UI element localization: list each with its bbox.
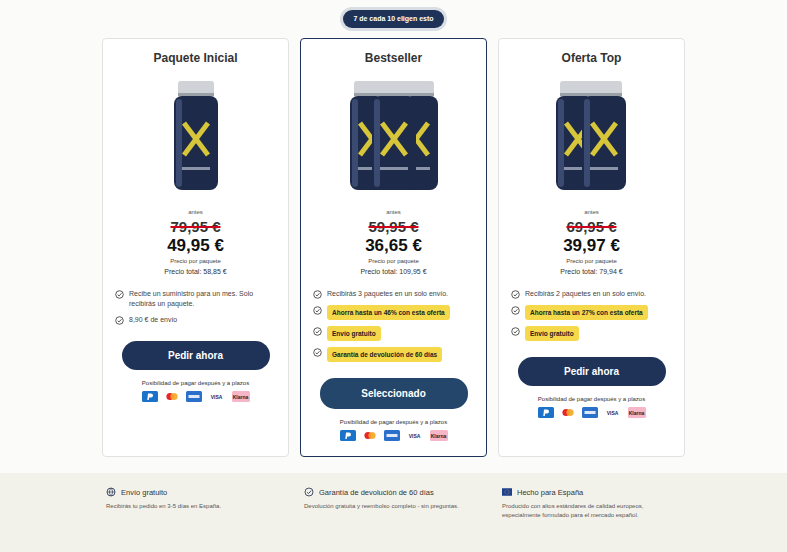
product-bottles-icon xyxy=(334,75,454,195)
benefit-title: Hecho para España xyxy=(517,488,583,497)
klarna-icon: Klarna xyxy=(628,407,646,418)
amex-icon xyxy=(582,407,598,418)
check-circle-icon xyxy=(313,290,322,299)
order-button[interactable]: Seleccionado xyxy=(320,378,468,409)
benefit-text: Producido con altos estándares de calida… xyxy=(502,502,681,520)
feature-list: Recibirás 3 paquetes en un solo envío. Ah… xyxy=(311,289,476,362)
price: 49,95 € xyxy=(167,236,224,256)
visa-icon: VISA xyxy=(604,407,622,418)
price-note: Precio por paquete xyxy=(566,258,617,264)
old-price: 59,95 € xyxy=(368,218,418,236)
order-button[interactable]: Pedir ahora xyxy=(122,341,270,370)
check-circle-icon xyxy=(313,348,322,357)
old-price: 79,95 € xyxy=(170,218,220,236)
before-label: antes xyxy=(386,209,401,215)
feature-text: Ahorra hasta un 27% con esta oferta xyxy=(525,305,648,320)
card-title: Bestseller xyxy=(365,51,422,65)
paypal-icon xyxy=(340,430,356,441)
pay-later-note: Posibilidad de pagar después y a plazos xyxy=(142,380,249,386)
feature-item: Ahorra hasta un 27% con esta oferta xyxy=(511,305,672,320)
offer-cards: Paquete Inicial antes 79,95 €49,95 € Precio… xyxy=(0,38,787,457)
benefits-strip: Envío gratuito Recibirás tu pedido en 3-5… xyxy=(0,473,787,552)
total-price: Precio total: 109,95 € xyxy=(360,268,426,275)
before-label: antes xyxy=(188,209,203,215)
check-circle-icon xyxy=(511,290,520,299)
feature-text: Garantía de devolución de 60 días xyxy=(327,347,442,362)
payment-methods: VISA Klarna xyxy=(142,391,250,402)
klarna-icon: Klarna xyxy=(232,391,250,402)
payment-methods: VISA Klarna xyxy=(538,407,646,418)
feature-item: Envío gratuito xyxy=(313,326,474,341)
product-bottles-icon xyxy=(136,75,256,195)
check-circle-icon xyxy=(511,306,520,315)
payment-methods: VISA Klarna xyxy=(340,430,448,441)
price: 39,97 € xyxy=(563,236,620,256)
feature-item: 8,90 € de envío xyxy=(115,315,276,325)
eu-flag-icon xyxy=(502,487,512,497)
total-price: Precio total: 79,94 € xyxy=(560,268,622,275)
order-button[interactable]: Pedir ahora xyxy=(518,357,666,386)
mastercard-icon xyxy=(164,391,180,402)
benefit-item: Envío gratuito Recibirás tu pedido en 3-5… xyxy=(102,487,289,520)
check-circle-icon xyxy=(115,290,124,299)
total-price: Precio total: 58,85 € xyxy=(164,268,226,275)
check-circle-icon xyxy=(511,327,520,336)
pay-later-note: Posibilidad de pagar después y a plazos xyxy=(340,419,447,425)
pricing-page: 7 de cada 10 eligen esto Paquete Inicial a… xyxy=(0,0,787,552)
feature-list: Recibirás 2 paquetes en un solo envío. Ah… xyxy=(509,289,674,341)
benefit-title: Envío gratuito xyxy=(121,488,167,497)
benefit-text: Recibirás tu pedido en 3-5 días en Españ… xyxy=(106,502,285,511)
benefit-text: Devolución gratuita y reembolso completo… xyxy=(304,502,483,511)
feature-text: Recibirás 3 paquetes en un solo envío. xyxy=(327,289,448,299)
check-circle-icon xyxy=(304,487,314,497)
price-note: Precio por paquete xyxy=(368,258,419,264)
check-circle-icon xyxy=(115,316,124,325)
feature-item: Ahorra hasta un 46% con esta oferta xyxy=(313,305,474,320)
badge-row: 7 de cada 10 eligen esto xyxy=(0,10,787,28)
feature-item: Recibirás 3 paquetes en un solo envío. xyxy=(313,289,474,299)
check-circle-icon xyxy=(313,327,322,336)
feature-text: 8,90 € de envío xyxy=(129,315,177,325)
offer-card[interactable]: Bestseller antes 59,95 €36,65 € Precio por … xyxy=(300,38,487,457)
feature-item: Recibirás 2 paquetes en un solo envío. xyxy=(511,289,672,299)
feature-text: Recibirás 2 paquetes en un solo envío. xyxy=(525,289,646,299)
card-title: Oferta Top xyxy=(562,51,622,65)
card-title: Paquete Inicial xyxy=(153,51,237,65)
product-bottles-icon xyxy=(532,75,652,195)
feature-text: Envío gratuito xyxy=(327,326,381,341)
feature-text: Recibe un suministro para un mes. Solo r… xyxy=(129,289,276,309)
paypal-icon xyxy=(538,407,554,418)
mastercard-icon xyxy=(560,407,576,418)
amex-icon xyxy=(186,391,202,402)
feature-item: Recibe un suministro para un mes. Solo r… xyxy=(115,289,276,309)
mastercard-icon xyxy=(362,430,378,441)
price-note: Precio por paquete xyxy=(170,258,221,264)
benefit-item: Garantía de devolución de 60 días Devoluc… xyxy=(300,487,487,520)
feature-list: Recibe un suministro para un mes. Solo r… xyxy=(113,289,278,325)
pay-later-note: Posibilidad de pagar después y a plazos xyxy=(538,396,645,402)
offer-card[interactable]: Paquete Inicial antes 79,95 €49,95 € Precio… xyxy=(102,38,289,457)
klarna-icon: Klarna xyxy=(430,430,448,441)
benefit-item: Hecho para España Producido con altos est… xyxy=(498,487,685,520)
old-price: 69,95 € xyxy=(566,218,616,236)
visa-icon: VISA xyxy=(406,430,424,441)
price: 36,65 € xyxy=(365,236,422,256)
benefit-title: Garantía de devolución de 60 días xyxy=(319,488,434,497)
visa-icon: VISA xyxy=(208,391,226,402)
offer-card[interactable]: Oferta Top antes 69,95 €39,97 € Precio por … xyxy=(498,38,685,457)
feature-text: Envío gratuito xyxy=(525,326,579,341)
before-label: antes xyxy=(584,209,599,215)
popular-badge: 7 de cada 10 eligen esto xyxy=(343,10,443,28)
feature-item: Garantía de devolución de 60 días xyxy=(313,347,474,362)
feature-item: Envío gratuito xyxy=(511,326,672,341)
check-circle-icon xyxy=(313,306,322,315)
feature-text: Ahorra hasta un 46% con esta oferta xyxy=(327,305,450,320)
amex-icon xyxy=(384,430,400,441)
globe-icon xyxy=(106,487,116,497)
offers-section: 7 de cada 10 eligen esto Paquete Inicial a… xyxy=(0,0,787,473)
paypal-icon xyxy=(142,391,158,402)
